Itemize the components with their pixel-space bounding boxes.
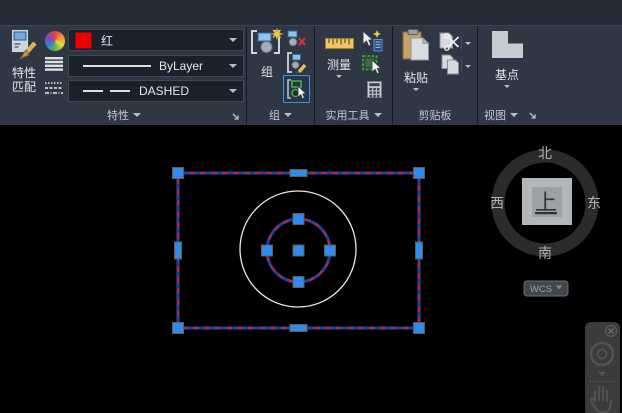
title-strip [0,0,622,25]
properties-dialog-launcher[interactable] [231,112,240,121]
match-properties-label-1: 特性 [11,66,36,80]
viewcube-east[interactable]: 东 [587,195,601,211]
panel-utilities: 测量 实用工具 [315,26,393,126]
grip-quadrant [261,244,273,257]
group-selection-toggle-button[interactable] [283,75,310,103]
grip-corner [413,167,425,179]
lineweight-value: ByLayer [159,59,204,73]
chevron-down-icon [229,89,237,93]
panel-title-utilities[interactable]: 实用工具 [315,107,392,123]
quick-calculator-button[interactable] [367,81,382,98]
object-color-combo[interactable]: 红 [68,29,244,51]
grip-corner [172,322,184,334]
chevron-down-icon [229,38,237,42]
viewcube-south[interactable]: 南 [538,245,552,261]
linetype-sample-dash [83,90,103,92]
linetype-combo[interactable]: DASHED [68,80,244,102]
grip-midpoint [289,324,308,332]
grip-midpoint [174,241,182,260]
cut-button[interactable] [439,32,460,51]
lineweight-combo[interactable]: ByLayer [68,55,244,77]
panel-group: 组 组 [247,26,315,126]
panel-title-group[interactable]: 组 [247,107,314,123]
base-point-flyout-icon[interactable] [504,85,510,88]
chevron-down-icon [465,41,471,45]
object-color-value: 红 [101,33,114,48]
paste-button-label: 粘贴 [403,71,428,85]
grip-corner [172,167,184,179]
panel-flyout-icon [284,113,292,117]
group-icon [249,26,285,61]
grip-quadrant [324,244,336,257]
match-properties-icon [10,28,38,66]
ungroup-button[interactable] [287,30,306,47]
panel-title-view[interactable]: 视图 [478,107,622,123]
base-point-button[interactable]: 基点 [486,30,528,88]
linetype-sample-dash [110,90,130,92]
cut-flyout[interactable] [461,36,471,50]
panel-properties: 特性 匹配 红 ByLayer DASHED 特性 [2,26,247,126]
panel-flyout-icon [510,113,518,117]
panel-title-clipboard[interactable]: 剪贴板 [393,107,477,123]
grip-midpoint [289,169,308,177]
measure-button[interactable]: 测量 [318,36,360,78]
ruler-icon [324,36,354,54]
panel-view: 基点 视图 [478,26,622,126]
autocad-window: 特性 匹配 红 ByLayer DASHED 特性 组 组 测量 实用工具 粘贴… [0,0,622,413]
paste-flyout-icon[interactable] [413,88,419,91]
grip-midpoint [415,241,423,260]
panel-title-properties[interactable]: 特性 [2,107,246,123]
grip-quadrant [292,276,305,288]
grip-quadrant [292,213,305,225]
viewcube-north[interactable]: 北 [538,145,552,161]
copy-button[interactable] [441,54,460,75]
color-wheel-icon [45,31,65,51]
quick-select-button[interactable] [362,30,383,52]
group-button-label: 组 [260,65,273,79]
wcs-label: WCS [530,284,552,295]
lineweight-sample [83,65,151,67]
lineweight-icon [45,57,63,71]
linetype-icon [45,81,63,95]
chevron-down-icon [229,64,237,68]
paste-button[interactable]: 粘贴 [397,29,435,91]
navigation-bar[interactable] [585,322,620,413]
viewcube[interactable]: 上 北 南 西 东 [490,145,601,261]
grip-center [292,244,305,257]
measure-flyout-icon[interactable] [336,75,342,78]
panel-flyout-icon [133,113,141,117]
drawing-canvas[interactable]: 上 北 南 西 东 WCS [0,125,622,413]
group-edit-button[interactable] [287,52,306,74]
selection-grips[interactable] [172,167,425,334]
paste-icon [402,29,430,67]
panel-clipboard: 粘贴 剪贴板 [393,26,478,126]
measure-button-label: 测量 [326,58,351,72]
select-similar-button[interactable] [362,54,382,75]
match-properties-label-2: 匹配 [11,80,36,94]
grip-corner [413,322,425,334]
chevron-down-icon [465,64,471,68]
ribbon: 特性 匹配 红 ByLayer DASHED 特性 组 组 测量 实用工具 粘贴… [0,25,622,126]
group-button[interactable]: 组 [249,26,285,79]
base-point-icon [491,30,524,64]
linetype-value: DASHED [139,84,190,98]
base-point-button-label: 基点 [494,68,519,82]
viewcube-west[interactable]: 西 [490,195,504,211]
viewcube-face-label[interactable]: 上 [535,190,557,215]
copy-flyout[interactable] [461,59,471,73]
wcs-dropdown[interactable]: WCS [523,280,569,297]
color-swatch-red [75,31,92,49]
match-properties-button[interactable]: 特性 匹配 [6,28,42,94]
view-dialog-launcher[interactable] [528,111,537,120]
panel-flyout-icon [373,113,382,117]
